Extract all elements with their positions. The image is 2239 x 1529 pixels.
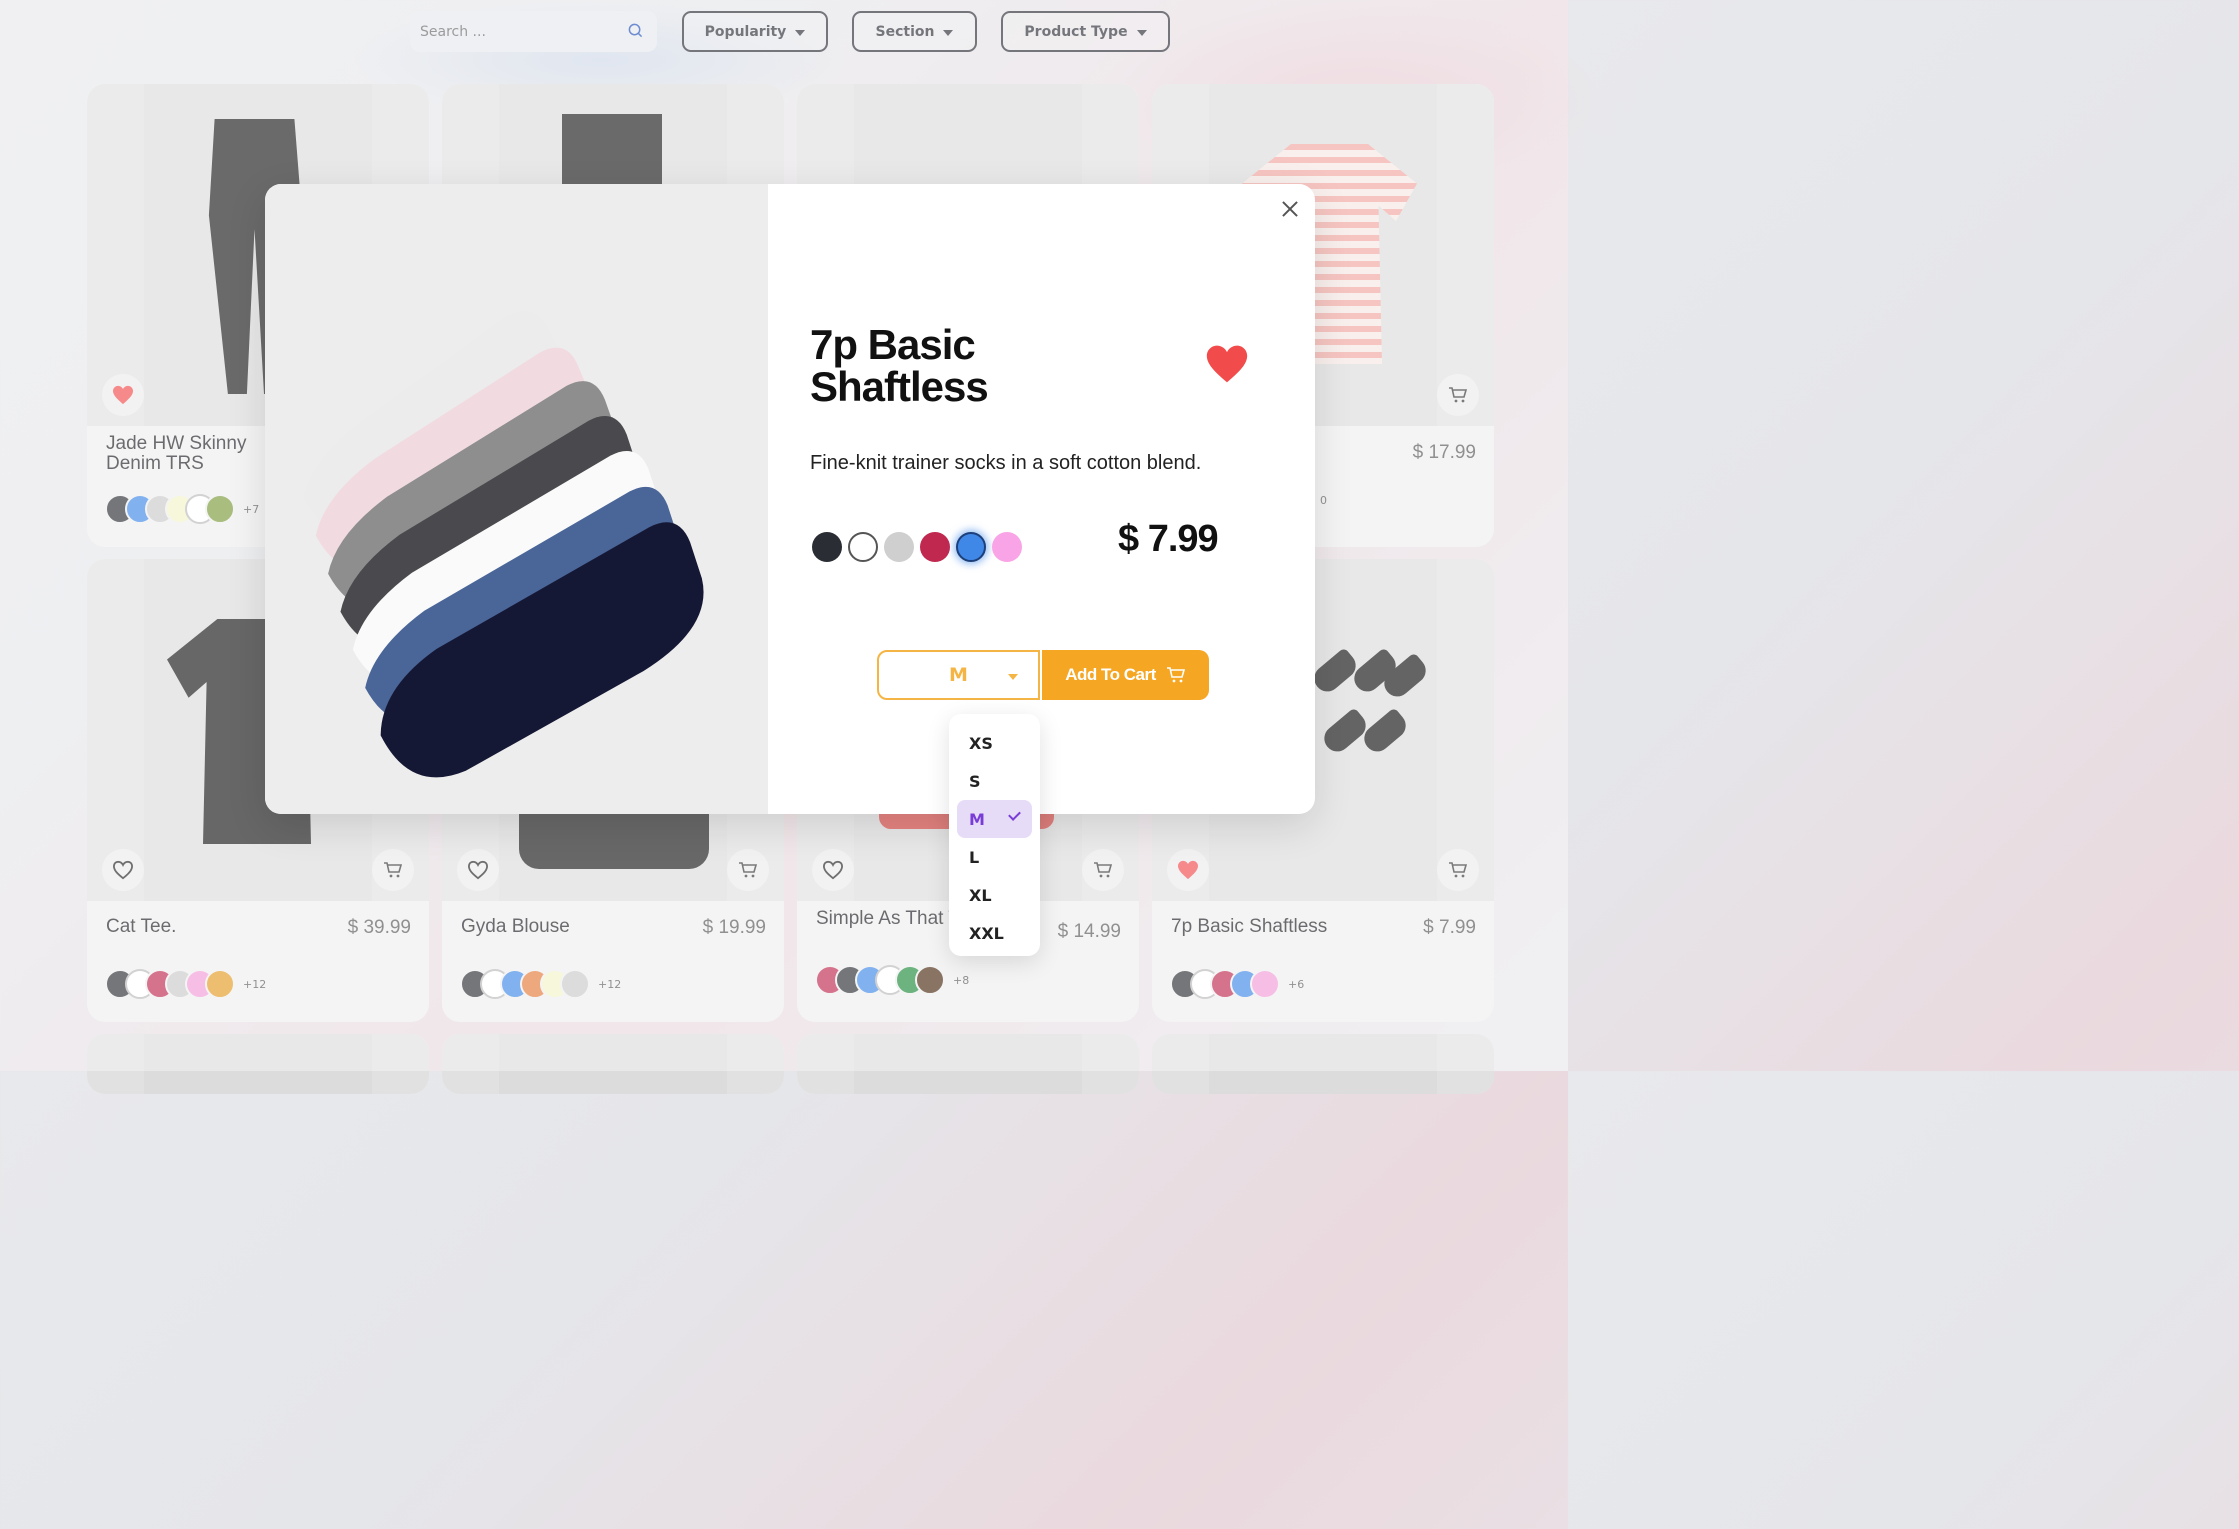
more-colors-count: +12 bbox=[243, 977, 267, 991]
heart-outline-icon bbox=[467, 860, 489, 880]
heart-filled-icon[interactable] bbox=[1205, 342, 1249, 386]
cart-icon bbox=[1449, 387, 1468, 403]
caret-down-icon bbox=[943, 29, 954, 36]
heart-filled-icon bbox=[1178, 860, 1198, 880]
filter-product-type-button[interactable]: Product Type bbox=[1001, 11, 1170, 52]
black-socks-image bbox=[1309, 647, 1431, 789]
cart-icon bbox=[739, 862, 758, 878]
size-option[interactable]: XS bbox=[957, 724, 1032, 762]
color-swatches: +12 bbox=[105, 969, 266, 999]
product-price: $ 14.99 bbox=[1057, 921, 1121, 942]
close-icon[interactable] bbox=[1279, 198, 1301, 220]
more-colors-count: +7 bbox=[243, 502, 260, 516]
product-photo bbox=[265, 184, 768, 814]
color-option-selected[interactable] bbox=[956, 532, 986, 562]
search-input[interactable] bbox=[420, 23, 620, 40]
add-to-cart-button[interactable] bbox=[1437, 374, 1479, 416]
heart-outline-icon bbox=[822, 860, 844, 880]
size-value: M bbox=[949, 664, 968, 686]
size-select[interactable]: M bbox=[877, 650, 1040, 700]
product-card[interactable] bbox=[797, 1034, 1139, 1094]
cart-icon bbox=[1449, 862, 1468, 878]
color-swatches: +12 bbox=[460, 969, 621, 999]
product-price: $ 39.99 bbox=[347, 917, 411, 938]
size-option-selected[interactable]: M bbox=[957, 800, 1032, 838]
product-price: $ 19.99 bbox=[702, 917, 766, 938]
caret-down-icon bbox=[795, 29, 806, 36]
add-to-cart-button[interactable]: Add To Cart bbox=[1042, 650, 1209, 700]
add-to-cart-label: Add To Cart bbox=[1065, 665, 1156, 684]
modal-color-options bbox=[812, 532, 1022, 562]
filter-label: Section bbox=[875, 23, 935, 40]
product-name[interactable]: 7p Basic Shaftless bbox=[1171, 917, 1371, 937]
cart-icon bbox=[384, 862, 403, 878]
filter-label: Popularity bbox=[704, 23, 787, 40]
socks-illustration bbox=[303, 310, 704, 778]
heart-outline-icon bbox=[112, 860, 134, 880]
product-name[interactable]: Simple As That Triangle Top bbox=[816, 909, 956, 929]
search-icon[interactable] bbox=[628, 23, 643, 38]
product-image[interactable] bbox=[797, 1034, 1139, 1094]
color-swatches: +8 bbox=[815, 965, 969, 995]
product-detail-modal: 7p Basic Shaftless Fine-knit trainer soc… bbox=[265, 184, 1315, 814]
modal-product-description: Fine-knit trainer socks in a soft cotton… bbox=[810, 452, 1202, 474]
product-card[interactable] bbox=[442, 1034, 784, 1094]
pants-image bbox=[562, 114, 662, 184]
favorite-button[interactable] bbox=[1167, 849, 1209, 891]
filter-label: Product Type bbox=[1024, 23, 1128, 40]
size-option[interactable]: XXL bbox=[957, 914, 1032, 952]
add-to-cart-button[interactable] bbox=[372, 849, 414, 891]
size-option[interactable]: S bbox=[957, 762, 1032, 800]
add-to-cart-button[interactable] bbox=[1437, 849, 1479, 891]
more-colors-count: +12 bbox=[598, 977, 622, 991]
caret-down-icon bbox=[1008, 674, 1018, 680]
product-price: $ 7.99 bbox=[1423, 917, 1476, 938]
favorite-button[interactable] bbox=[812, 849, 854, 891]
color-swatch[interactable] bbox=[205, 969, 235, 999]
size-dropdown: XS S M L XL XXL bbox=[949, 714, 1040, 956]
product-name[interactable]: Cat Tee. bbox=[106, 917, 306, 937]
modal-product-title: 7p Basic Shaftless bbox=[810, 321, 989, 410]
color-swatch[interactable] bbox=[560, 969, 590, 999]
blouse-image bbox=[519, 809, 709, 869]
size-option[interactable]: XL bbox=[957, 876, 1032, 914]
cart-icon bbox=[1166, 667, 1185, 683]
modal-product-price: $ 7.99 bbox=[1118, 518, 1219, 560]
favorite-button[interactable] bbox=[102, 374, 144, 416]
color-swatches: +6 bbox=[1170, 969, 1304, 999]
color-option[interactable] bbox=[920, 532, 950, 562]
favorite-button[interactable] bbox=[457, 849, 499, 891]
size-option[interactable]: L bbox=[957, 838, 1032, 876]
product-name[interactable]: Gyda Blouse bbox=[461, 917, 661, 937]
more-colors-count: +8 bbox=[953, 973, 970, 987]
favorite-button[interactable] bbox=[102, 849, 144, 891]
product-image[interactable] bbox=[1152, 1034, 1494, 1094]
product-price: $ 17.99 bbox=[1412, 442, 1476, 463]
product-card[interactable] bbox=[87, 1034, 429, 1094]
color-swatch[interactable] bbox=[915, 965, 945, 995]
cart-icon bbox=[1094, 862, 1113, 878]
more-colors-count: +6 bbox=[1288, 977, 1305, 991]
check-icon bbox=[1008, 808, 1021, 821]
caret-down-icon bbox=[1136, 29, 1147, 36]
color-swatch[interactable] bbox=[1250, 969, 1280, 999]
color-option[interactable] bbox=[992, 532, 1022, 562]
size-option-label: M bbox=[969, 809, 985, 829]
more-colors-count: 0 bbox=[1320, 494, 1327, 507]
product-image[interactable] bbox=[87, 1034, 429, 1094]
heart-filled-icon bbox=[113, 385, 133, 405]
color-option[interactable] bbox=[884, 532, 914, 562]
color-swatches: +7 bbox=[105, 494, 259, 524]
color-swatch[interactable] bbox=[205, 494, 235, 524]
add-to-cart-button[interactable] bbox=[1082, 849, 1124, 891]
product-image[interactable] bbox=[442, 1034, 784, 1094]
filter-popularity-button[interactable]: Popularity bbox=[682, 11, 828, 52]
search-box[interactable] bbox=[410, 11, 657, 52]
filter-section-button[interactable]: Section bbox=[852, 11, 977, 52]
color-option[interactable] bbox=[812, 532, 842, 562]
color-option[interactable] bbox=[848, 532, 878, 562]
add-to-cart-button[interactable] bbox=[727, 849, 769, 891]
product-card[interactable] bbox=[1152, 1034, 1494, 1094]
